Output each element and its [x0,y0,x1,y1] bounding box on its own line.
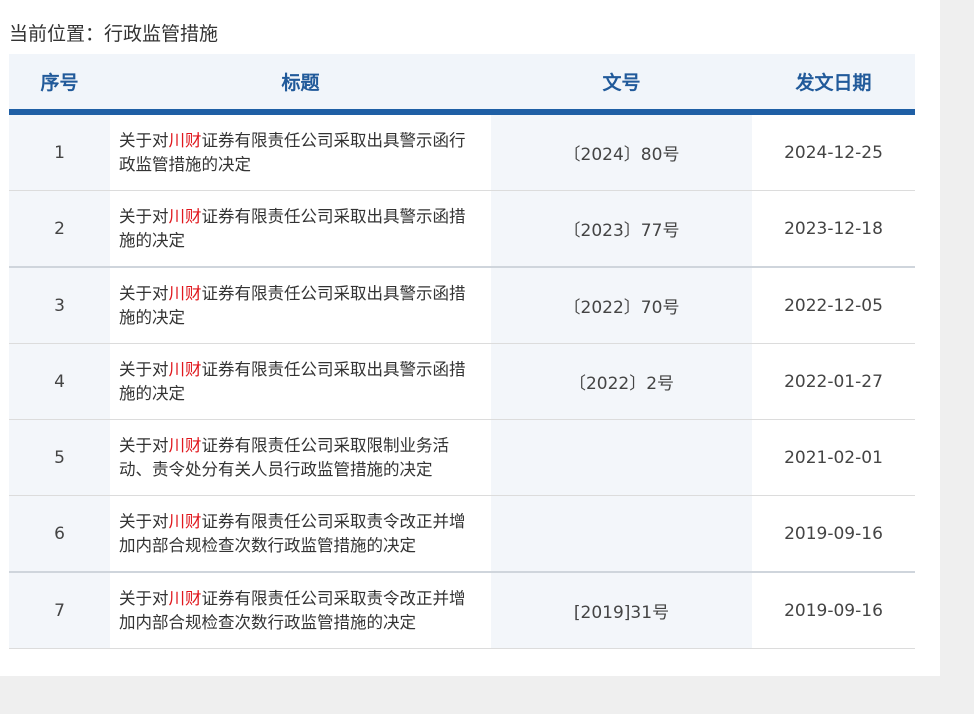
header-no: 序号 [9,54,110,115]
table-row: 7 关于对川财证券有限责任公司采取责令改正并增加内部合规检查次数行政监管措施的决… [9,572,915,649]
measures-table: 序号 标题 文号 发文日期 1 关于对川财证券有限责任公司采取出具警示函行政监管… [9,54,915,649]
title-highlight: 川财 [168,359,202,379]
row-title-link[interactable]: 关于对川财证券有限责任公司采取出具警示函措施的决定 [119,360,466,403]
row-no: 4 [9,343,110,420]
row-no: 5 [9,419,110,496]
table-row: 1 关于对川财证券有限责任公司采取出具警示函行政监管措施的决定 〔2024〕80… [9,112,915,191]
row-date: 2023-12-18 [752,190,915,268]
row-title-link[interactable]: 关于对川财证券有限责任公司采取出具警示函行政监管措施的决定 [119,131,466,174]
header-date: 发文日期 [752,54,915,115]
row-no: 1 [9,112,110,191]
table-header-row: 序号 标题 文号 发文日期 [9,54,915,115]
row-doc-no: 〔2022〕70号 [491,267,752,344]
row-no: 3 [9,267,110,344]
title-prefix: 关于对 [119,588,169,608]
row-date: 2019-09-16 [752,572,915,649]
title-highlight: 川财 [168,511,202,531]
row-title: 关于对川财证券有限责任公司采取责令改正并增加内部合规检查次数行政监管措施的决定 [110,572,491,649]
row-no: 2 [9,190,110,268]
row-doc-no [491,495,752,573]
content-panel: 当前位置：行政监管措施 序号 标题 文号 发文日期 1 关于对川财证券有限责任公… [0,0,940,676]
row-title-link[interactable]: 关于对川财证券有限责任公司采取出具警示函措施的决定 [119,284,466,327]
row-doc-no: 〔2022〕2号 [491,343,752,420]
table-row: 3 关于对川财证券有限责任公司采取出具警示函措施的决定 〔2022〕70号 20… [9,267,915,344]
row-title: 关于对川财证券有限责任公司采取出具警示函措施的决定 [110,343,491,420]
row-date: 2024-12-25 [752,112,915,191]
table-row: 4 关于对川财证券有限责任公司采取出具警示函措施的决定 〔2022〕2号 202… [9,343,915,420]
header-title: 标题 [110,54,491,115]
row-no: 7 [9,572,110,649]
row-doc-no [491,419,752,496]
table-row: 6 关于对川财证券有限责任公司采取责令改正并增加内部合规检查次数行政监管措施的决… [9,495,915,573]
row-date: 2022-01-27 [752,343,915,420]
title-prefix: 关于对 [119,435,169,455]
row-doc-no: 〔2024〕80号 [491,112,752,191]
row-date: 2021-02-01 [752,419,915,496]
row-date: 2019-09-16 [752,495,915,573]
row-title-link[interactable]: 关于对川财证券有限责任公司采取责令改正并增加内部合规检查次数行政监管措施的决定 [119,589,466,632]
breadcrumb: 当前位置：行政监管措施 [9,22,218,46]
row-no: 6 [9,495,110,573]
table-row: 5 关于对川财证券有限责任公司采取限制业务活动、责令处分有关人员行政监管措施的决… [9,419,915,496]
breadcrumb-label: 当前位置： [9,23,105,45]
row-title-link[interactable]: 关于对川财证券有限责任公司采取出具警示函措施的决定 [119,207,466,250]
title-highlight: 川财 [168,130,202,150]
row-title: 关于对川财证券有限责任公司采取责令改正并增加内部合规检查次数行政监管措施的决定 [110,495,491,573]
title-highlight: 川财 [168,435,202,455]
title-highlight: 川财 [168,283,202,303]
row-title-link[interactable]: 关于对川财证券有限责任公司采取限制业务活动、责令处分有关人员行政监管措施的决定 [119,436,449,479]
title-prefix: 关于对 [119,511,169,531]
title-highlight: 川财 [168,206,202,226]
row-title: 关于对川财证券有限责任公司采取出具警示函措施的决定 [110,267,491,344]
row-title: 关于对川财证券有限责任公司采取限制业务活动、责令处分有关人员行政监管措施的决定 [110,419,491,496]
row-title: 关于对川财证券有限责任公司采取出具警示函行政监管措施的决定 [110,112,491,191]
title-prefix: 关于对 [119,130,169,150]
row-doc-no: 〔2023〕77号 [491,190,752,268]
header-doc-no: 文号 [491,54,752,115]
table-row: 2 关于对川财证券有限责任公司采取出具警示函措施的决定 〔2023〕77号 20… [9,190,915,268]
title-prefix: 关于对 [119,283,169,303]
breadcrumb-current: 行政监管措施 [104,23,219,45]
row-title: 关于对川财证券有限责任公司采取出具警示函措施的决定 [110,190,491,268]
row-date: 2022-12-05 [752,267,915,344]
row-title-link[interactable]: 关于对川财证券有限责任公司采取责令改正并增加内部合规检查次数行政监管措施的决定 [119,512,466,555]
title-prefix: 关于对 [119,359,169,379]
title-highlight: 川财 [168,588,202,608]
row-doc-no: [2019]31号 [491,572,752,649]
title-prefix: 关于对 [119,206,169,226]
